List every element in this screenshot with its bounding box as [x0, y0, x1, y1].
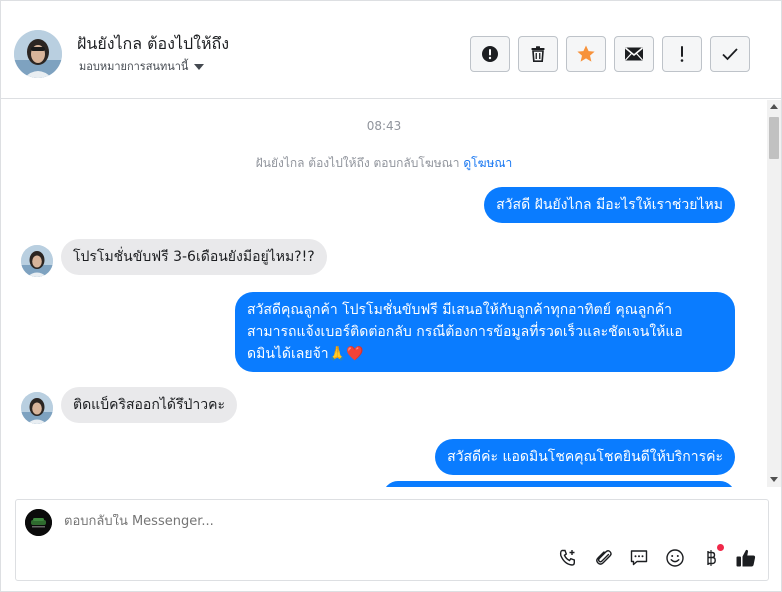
- alert-circle-icon: [482, 46, 498, 62]
- mark-unread-button[interactable]: [614, 36, 654, 72]
- caret-down-icon: [194, 63, 205, 70]
- view-ad-link[interactable]: ดูโฆษณา: [463, 156, 512, 170]
- incoming-message[interactable]: ติดแบ็คริสออกได้รึป่าวคะ: [61, 387, 237, 423]
- inbox-conversation-panel: ฝันยังไกล ต้องไปให้ถึง มอบหมายการสนทนานี…: [0, 0, 782, 592]
- message-timestamp: 08:43: [366, 119, 402, 133]
- outgoing-message[interactable]: สวัสดีคุณลูกค้า โปรโมชั่นขับฟรี มีเสนอให…: [235, 292, 735, 372]
- follow-up-button[interactable]: [662, 36, 702, 72]
- conversation-header: ฝันยังไกล ต้องไปให้ถึง มอบหมายการสนทนานี…: [1, 1, 781, 99]
- incoming-message[interactable]: โปรโมชั่นขับฟรี 3-6เดือนยังมีอยู่ไหม?!?: [61, 239, 327, 275]
- scroll-thumb[interactable]: [769, 117, 779, 159]
- saved-reply-icon: [630, 550, 648, 566]
- add-call-icon: [559, 549, 575, 566]
- check-icon: [722, 48, 738, 61]
- contact-avatar-small: [21, 245, 53, 277]
- paperclip-icon: [596, 550, 612, 565]
- reply-composer: [15, 499, 769, 581]
- scroll-up-arrow-icon[interactable]: [770, 104, 778, 109]
- assign-conversation-dropdown[interactable]: มอบหมายการสนทนานี้: [79, 57, 205, 75]
- message-line: ดมินได้เลยจ้า🙏❤️: [247, 346, 364, 362]
- delete-button[interactable]: [518, 36, 558, 72]
- contact-name[interactable]: ฝันยังไกล ต้องไปให้ถึง: [77, 32, 229, 57]
- envelope-icon: [624, 47, 644, 61]
- contact-avatar[interactable]: [14, 30, 62, 78]
- ad-reply-notice: ฝันยังไกล ต้องไปให้ถึง ตอบกลับโฆษณา ดูโฆ…: [1, 154, 767, 173]
- saved-replies-button[interactable]: [628, 547, 650, 569]
- scroll-down-arrow-icon[interactable]: [770, 477, 778, 482]
- add-call-button[interactable]: [557, 547, 579, 569]
- like-button[interactable]: [735, 547, 757, 569]
- message-thread[interactable]: 08:43 ฝันยังไกล ต้องไปให้ถึง ตอบกลับโฆษณ…: [1, 100, 767, 487]
- payment-button[interactable]: [700, 544, 724, 569]
- done-button[interactable]: [710, 36, 750, 72]
- attach-button[interactable]: [593, 547, 615, 569]
- like-icon: [736, 549, 756, 567]
- emoji-icon: [666, 549, 684, 567]
- contact-avatar-small: [21, 392, 53, 424]
- assign-label: มอบหมายการสนทนานี้: [79, 60, 189, 73]
- payment-icon: [707, 550, 716, 566]
- message-line: สามารถแจ้งเบอร์ติดต่อกลับ กรณีต้องการข้อ…: [247, 324, 683, 340]
- notification-dot: [717, 544, 724, 551]
- star-icon: [577, 45, 595, 62]
- trash-icon: [531, 46, 545, 62]
- emoji-button[interactable]: [664, 547, 686, 569]
- reply-input[interactable]: [64, 514, 564, 529]
- star-button[interactable]: [566, 36, 606, 72]
- outgoing-message-partial[interactable]: [383, 481, 735, 487]
- thread-scrollbar[interactable]: [767, 100, 781, 487]
- ad-reply-text: ฝันยังไกล ต้องไปให้ถึง ตอบกลับโฆษณา: [255, 156, 460, 170]
- message-line: สวัสดีคุณลูกค้า โปรโมชั่นขับฟรี มีเสนอให…: [247, 302, 673, 318]
- outgoing-message[interactable]: สวัสดีค่ะ แอดมินโชคคุณโชคยินดีให้บริการค…: [435, 439, 735, 475]
- outgoing-message[interactable]: สวัสดี ฝันยังไกล มีอะไรให้เราช่วยไหม: [484, 187, 735, 223]
- spam-button[interactable]: [470, 36, 510, 72]
- page-avatar: [25, 509, 52, 536]
- exclamation-icon: [680, 46, 684, 62]
